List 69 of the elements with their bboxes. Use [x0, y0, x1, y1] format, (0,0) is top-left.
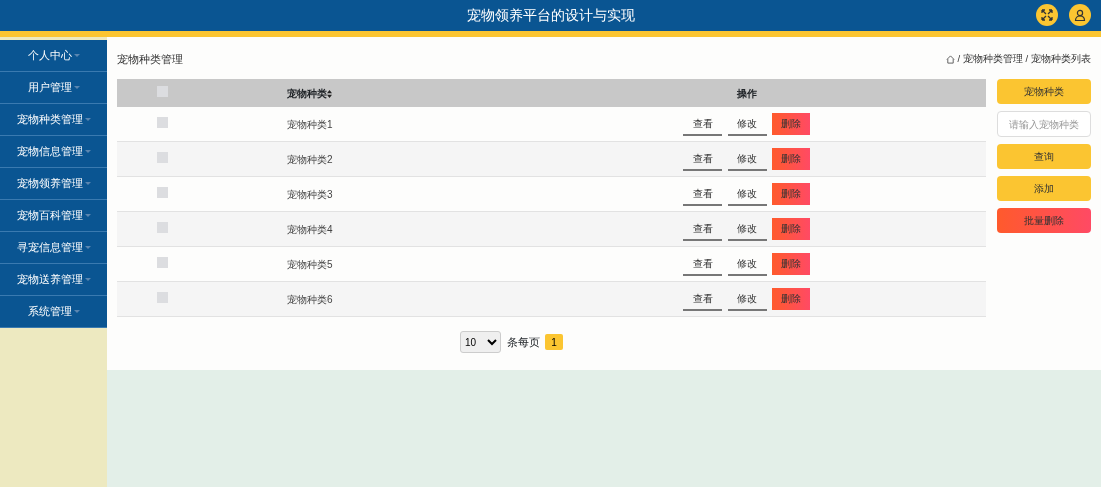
delete-button[interactable]: 删除 [772, 252, 810, 275]
checkbox[interactable] [156, 256, 168, 268]
view-button[interactable]: 查看 [683, 147, 722, 171]
breadcrumb-item[interactable]: 宠物种类列表 [1031, 51, 1091, 67]
batch-delete-button[interactable]: 批量删除 [997, 208, 1091, 233]
caret-icon [73, 54, 80, 57]
table-cell: 宠物种类6 [287, 293, 333, 305]
breadcrumb-item[interactable]: 宠物种类管理 [962, 51, 1023, 67]
page-size-select[interactable]: 10 [460, 331, 501, 353]
add-button[interactable]: 添加 [997, 176, 1091, 201]
sidebar-item[interactable]: 宠物信息管理 [0, 136, 107, 168]
page-title: 宠物种类管理 [117, 51, 183, 67]
checkbox[interactable] [156, 116, 168, 128]
caret-icon [84, 150, 91, 153]
delete-button[interactable]: 删除 [772, 112, 810, 135]
home-icon[interactable] [945, 54, 955, 64]
caret-icon [84, 214, 91, 217]
caret-icon [73, 86, 80, 89]
checkbox[interactable] [156, 291, 168, 303]
delete-button[interactable]: 删除 [772, 182, 810, 205]
caret-icon [73, 310, 80, 313]
table-cell: 宠物种类5 [287, 258, 333, 270]
edit-button[interactable]: 修改 [727, 112, 767, 136]
sidebar-item[interactable]: 系统管理 [0, 296, 107, 328]
checkbox[interactable] [156, 85, 168, 97]
delete-button[interactable]: 删除 [772, 217, 810, 240]
sort-icon[interactable] [327, 89, 332, 98]
breadcrumb-separator: / [1025, 51, 1029, 66]
view-button[interactable]: 查看 [683, 182, 722, 206]
sidebar-item[interactable]: 宠物送养管理 [0, 264, 107, 296]
filter-label: 宠物种类 [997, 79, 1091, 104]
view-button[interactable]: 查看 [683, 217, 722, 241]
caret-icon [84, 182, 91, 185]
search-button[interactable]: 查询 [997, 144, 1091, 169]
edit-button[interactable]: 修改 [727, 182, 767, 206]
view-button[interactable]: 查看 [683, 287, 722, 311]
sidebar-item[interactable]: 宠物领养管理 [0, 168, 107, 200]
sidebar-item[interactable]: 宠物百科管理 [0, 200, 107, 232]
sidebar-item[interactable]: 寻宠信息管理 [0, 232, 107, 264]
edit-button[interactable]: 修改 [727, 147, 767, 171]
app-title: 宠物领养平台的设计与实现 [466, 6, 635, 25]
delete-button[interactable]: 删除 [772, 147, 810, 170]
user-icon[interactable] [1069, 4, 1091, 26]
caret-icon [84, 278, 91, 281]
table-cell: 宠物种类2 [287, 153, 333, 165]
edit-button[interactable]: 修改 [727, 217, 767, 241]
edit-button[interactable]: 修改 [727, 287, 767, 311]
page-button[interactable]: 1 [545, 334, 563, 350]
checkbox[interactable] [156, 151, 168, 163]
column-header[interactable]: 宠物种类 [287, 87, 327, 99]
fullscreen-icon[interactable] [1036, 4, 1058, 26]
table-cell: 宠物种类4 [287, 223, 333, 235]
sidebar-item[interactable]: 用户管理 [0, 72, 107, 104]
caret-icon [84, 246, 91, 249]
search-field[interactable]: 请输入宠物种类 [997, 111, 1091, 137]
sidebar-item[interactable]: 个人中心 [0, 40, 107, 72]
edit-button[interactable]: 修改 [727, 252, 767, 276]
checkbox[interactable] [156, 221, 168, 233]
sidebar-item[interactable]: 宠物种类管理 [0, 104, 107, 136]
delete-button[interactable]: 删除 [772, 287, 810, 310]
page-size-label: 条每页 [506, 334, 540, 350]
checkbox[interactable] [156, 186, 168, 198]
view-button[interactable]: 查看 [683, 112, 722, 136]
view-button[interactable]: 查看 [683, 252, 722, 276]
caret-icon [84, 118, 91, 121]
table-cell: 宠物种类1 [287, 118, 333, 130]
column-header: 操作 [736, 87, 757, 99]
breadcrumb-separator: / [957, 51, 961, 66]
table-cell: 宠物种类3 [287, 188, 333, 200]
